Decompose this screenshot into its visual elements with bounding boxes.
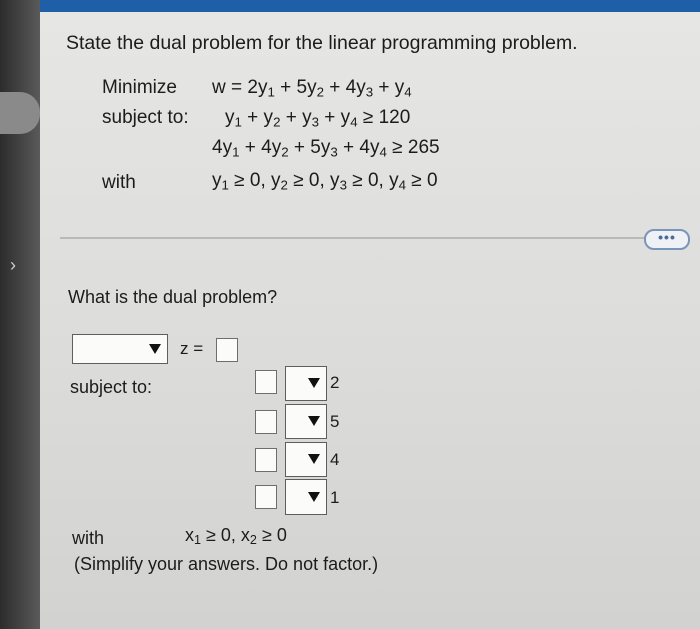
- dropdown-arrow-icon: [308, 454, 320, 464]
- section-divider: [60, 237, 660, 239]
- dual-subject-to-label: subject to:: [70, 377, 153, 397]
- dropdown-arrow-icon: [308, 416, 320, 426]
- primal-constraint-1: y1 + y2 + y3 + y4 ≥ 120: [225, 107, 411, 130]
- subject-to-label: subject to:: [102, 107, 189, 128]
- constraint-3-input[interactable]: [255, 448, 277, 472]
- more-options-button[interactable]: •••: [644, 229, 690, 250]
- dropdown-arrow-icon: [149, 344, 161, 354]
- with-label: with: [102, 172, 136, 193]
- dual-nonnegativity: x1 ≥ 0, x2 ≥ 0: [185, 525, 287, 548]
- dropdown-arrow-icon: [308, 492, 320, 502]
- dual-with-label: with: [72, 528, 105, 548]
- objective-input[interactable]: [216, 338, 238, 362]
- chevron-right-icon: ›: [10, 255, 16, 275]
- constraint-1-inequality-dropdown[interactable]: [285, 366, 327, 401]
- dual-prompt: What is the dual problem?: [68, 287, 278, 307]
- primal-objective: w = 2y1 + 5y2 + 4y3 + y4: [212, 77, 412, 100]
- constraint-3-inequality-dropdown[interactable]: [285, 442, 327, 477]
- constraint-1-input[interactable]: [255, 370, 277, 394]
- gutter-tab: [0, 92, 40, 134]
- question-text: State the dual problem for the linear pr…: [66, 32, 578, 54]
- z-equals-label: z =: [180, 339, 204, 358]
- left-gutter: ›: [0, 0, 40, 629]
- constraint-4-rhs: 1: [330, 488, 340, 507]
- constraint-4-inequality-dropdown[interactable]: [285, 479, 327, 515]
- constraint-2-rhs: 5: [330, 412, 340, 431]
- primal-constraint-2: 4y1 + 4y2 + 5y3 + 4y4 ≥ 265: [212, 137, 440, 160]
- constraint-2-inequality-dropdown[interactable]: [285, 404, 327, 439]
- dropdown-arrow-icon: [308, 378, 320, 388]
- constraint-4-input[interactable]: [255, 485, 277, 509]
- question-panel: State the dual problem for the linear pr…: [40, 12, 700, 629]
- minimize-label: Minimize: [102, 77, 177, 98]
- top-bar: [40, 0, 700, 12]
- objective-type-dropdown[interactable]: [72, 334, 168, 364]
- constraint-1-rhs: 2: [330, 373, 340, 392]
- constraint-3-rhs: 4: [330, 450, 340, 469]
- primal-nonnegativity: y1 ≥ 0, y2 ≥ 0, y3 ≥ 0, y4 ≥ 0: [212, 170, 438, 193]
- simplify-note: (Simplify your answers. Do not factor.): [74, 554, 379, 574]
- constraint-2-input[interactable]: [255, 410, 277, 434]
